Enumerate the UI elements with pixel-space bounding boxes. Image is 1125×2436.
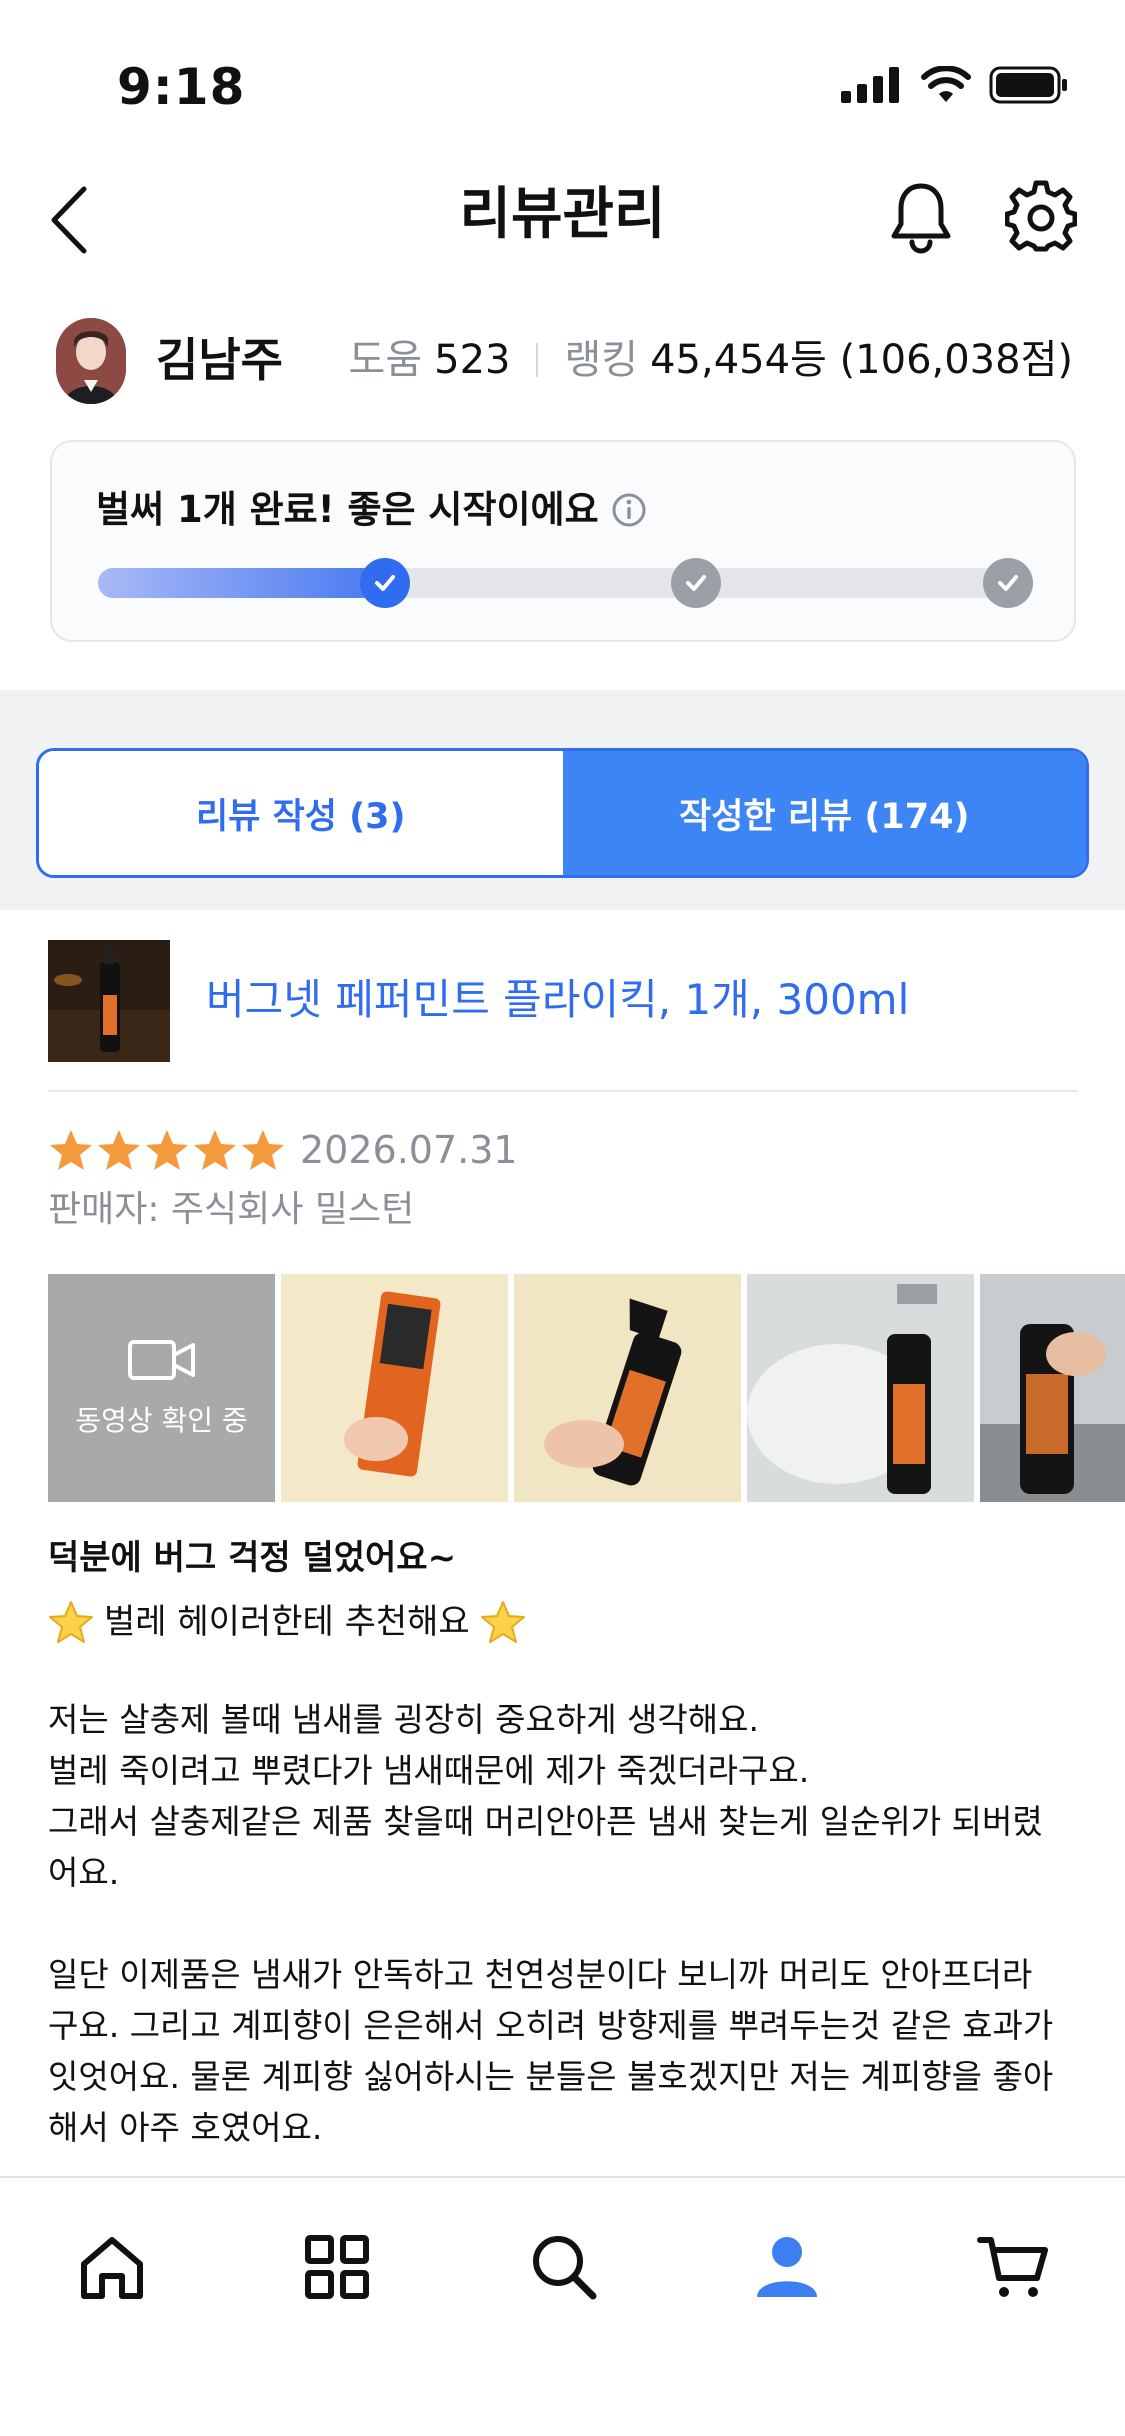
progress-step-3 xyxy=(983,558,1033,608)
progress-card: 벌써 1개 완료! 좋은 시작이에요 xyxy=(50,440,1076,642)
bottom-nav xyxy=(0,2176,1125,2436)
video-camera-icon xyxy=(127,1340,195,1380)
star-icon xyxy=(146,1130,188,1170)
photo-spray-bottle xyxy=(514,1274,741,1502)
progress-step-2 xyxy=(671,558,721,608)
bell-icon xyxy=(891,183,951,254)
progress-step-1 xyxy=(360,558,410,608)
review-line: 어요. xyxy=(48,1853,120,1892)
star-rating xyxy=(48,1128,286,1172)
review-photo[interactable] xyxy=(980,1274,1125,1502)
cart-icon xyxy=(977,2237,1048,2297)
review-paragraph: 저는 살충제 볼때 냄새를 굉장히 중요하게 생각해요. 벌레 죽이려고 뿌렸다가… xyxy=(48,1694,1088,1898)
review-product[interactable]: 버그넷 페퍼민트 플라이킥, 1개, 300ml xyxy=(48,940,1078,1062)
nav-categories[interactable] xyxy=(292,2222,382,2312)
status-bar: 9:18 xyxy=(0,0,1125,150)
photo-bottle-sink xyxy=(747,1274,974,1502)
signal-icon xyxy=(841,67,899,103)
check-icon xyxy=(375,575,395,591)
product-name[interactable]: 버그넷 페퍼민트 플라이킥, 1개, 300ml xyxy=(206,970,909,1030)
check-icon xyxy=(686,575,706,591)
progress-message-row: 벌써 1개 완료! 좋은 시작이에요 xyxy=(96,486,647,534)
info-icon[interactable] xyxy=(611,492,647,528)
tab-written-reviews[interactable]: 작성한 리뷰 (174) xyxy=(562,751,1086,875)
battery-icon xyxy=(989,66,1067,104)
progress-fill xyxy=(98,568,377,598)
review-subtitle-row: 벌레 헤이러한테 추천해요 xyxy=(48,1594,526,1650)
help-label: 도움 xyxy=(348,337,423,383)
review-photo[interactable] xyxy=(514,1274,741,1502)
divider xyxy=(48,1090,1078,1092)
nav-cart[interactable] xyxy=(968,2222,1058,2312)
review-line: 구요. 그리고 계피향이 은은해서 오히려 방향제를 뿌려두는것 같은 효과가 xyxy=(48,2006,1054,2045)
help-count: 523 xyxy=(434,337,511,383)
video-tile[interactable]: 동영상 확인 중 xyxy=(48,1274,275,1502)
star-icon xyxy=(194,1130,236,1170)
review-tabs: 리뷰 작성 (3) 작성한 리뷰 (174) xyxy=(36,748,1089,878)
ranking-label: 랭킹 xyxy=(564,337,639,383)
home-icon xyxy=(81,2237,143,2299)
review-photo[interactable] xyxy=(747,1274,974,1502)
grid-icon xyxy=(305,2235,369,2299)
review-line: 저는 살충제 볼때 냄새를 굉장히 중요하게 생각해요. xyxy=(48,1700,759,1739)
star-icon xyxy=(98,1130,140,1170)
review-management-screen: 9:18 리뷰관리 김남주 도움 523 랭킹 45,454등 (106,038… xyxy=(0,0,1125,2436)
nav-home[interactable] xyxy=(67,2222,157,2312)
progress-message: 벌써 1개 완료! 좋은 시작이에요 xyxy=(96,488,599,531)
person-icon xyxy=(757,2237,817,2297)
review-paragraph: 일단 이제품은 냄새가 안독하고 천연성분이다 보니까 머리도 안아프더라구요.… xyxy=(48,1949,1088,2153)
product-thumbnail[interactable] xyxy=(48,940,170,1062)
star-emoji-icon xyxy=(480,1601,525,1643)
ranking-value: 45,454등 (106,038점) xyxy=(650,337,1073,383)
review-title: 덕분에 버그 걱정 덜었어요~ xyxy=(48,1538,457,1578)
progress-track xyxy=(98,558,1033,608)
review-date: 2026.07.31 xyxy=(300,1128,518,1172)
header: 리뷰관리 xyxy=(0,150,1125,280)
review-photo[interactable] xyxy=(281,1274,508,1502)
wifi-icon xyxy=(921,66,971,102)
nav-search[interactable] xyxy=(519,2222,609,2312)
profile-stats: 도움 523 랭킹 45,454등 (106,038점) xyxy=(349,332,1073,388)
review-line: 해서 아주 호였어요. xyxy=(48,2108,323,2147)
rating-row: 2026.07.31 xyxy=(48,1122,518,1178)
check-icon xyxy=(998,575,1018,591)
review-line: 그래서 살충제같은 제품 찾을때 머리안아픈 냄새 찾는게 일순위가 되버렸 xyxy=(48,1802,1043,1841)
star-icon xyxy=(50,1130,92,1170)
status-time: 9:18 xyxy=(117,58,246,116)
stats-divider xyxy=(536,343,539,377)
photo-box-in-hand xyxy=(281,1274,508,1502)
settings-button[interactable] xyxy=(1004,180,1078,254)
review-line: 일단 이제품은 냄새가 안독하고 천연성분이다 보니까 머리도 안아프더라 xyxy=(48,1955,1033,1994)
seller-name: 판매자: 주식회사 밀스턴 xyxy=(48,1189,415,1230)
review-line: 벌레 죽이려고 뿌렸다가 냄새때문에 제가 죽겠더라구요. xyxy=(48,1751,810,1790)
product-image xyxy=(48,940,170,1062)
review-media-strip: 동영상 확인 중 xyxy=(48,1274,1125,1502)
avatar-image xyxy=(56,318,126,404)
status-icons xyxy=(841,66,1069,104)
profile-row: 김남주 도움 523 랭킹 45,454등 (106,038점) xyxy=(0,310,1125,420)
star-emoji-icon xyxy=(49,1601,93,1643)
review-line: 잇엇어요. 물론 계피향 싫어하시는 분들은 불호겠지만 저는 계피향을 좋아 xyxy=(48,2057,1054,2096)
tab-write-review[interactable]: 리뷰 작성 (3) xyxy=(39,751,563,875)
nav-my-page[interactable] xyxy=(742,2222,832,2312)
photo-bottle-hand xyxy=(980,1274,1125,1502)
username: 김남주 xyxy=(156,333,283,387)
search-icon xyxy=(533,2236,597,2300)
notifications-button[interactable] xyxy=(888,180,954,254)
review-body: 저는 살충제 볼때 냄새를 굉장히 중요하게 생각해요. 벌레 죽이려고 뿌렸다가… xyxy=(48,1694,1088,2153)
avatar[interactable] xyxy=(56,318,126,404)
page-title: 리뷰관리 xyxy=(459,182,666,247)
gear-icon xyxy=(1004,180,1078,252)
star-icon xyxy=(242,1130,284,1170)
review-subtitle: 벌레 헤이러한테 추천해요 xyxy=(104,1602,470,1642)
video-status-label: 동영상 확인 중 xyxy=(75,1404,248,1437)
